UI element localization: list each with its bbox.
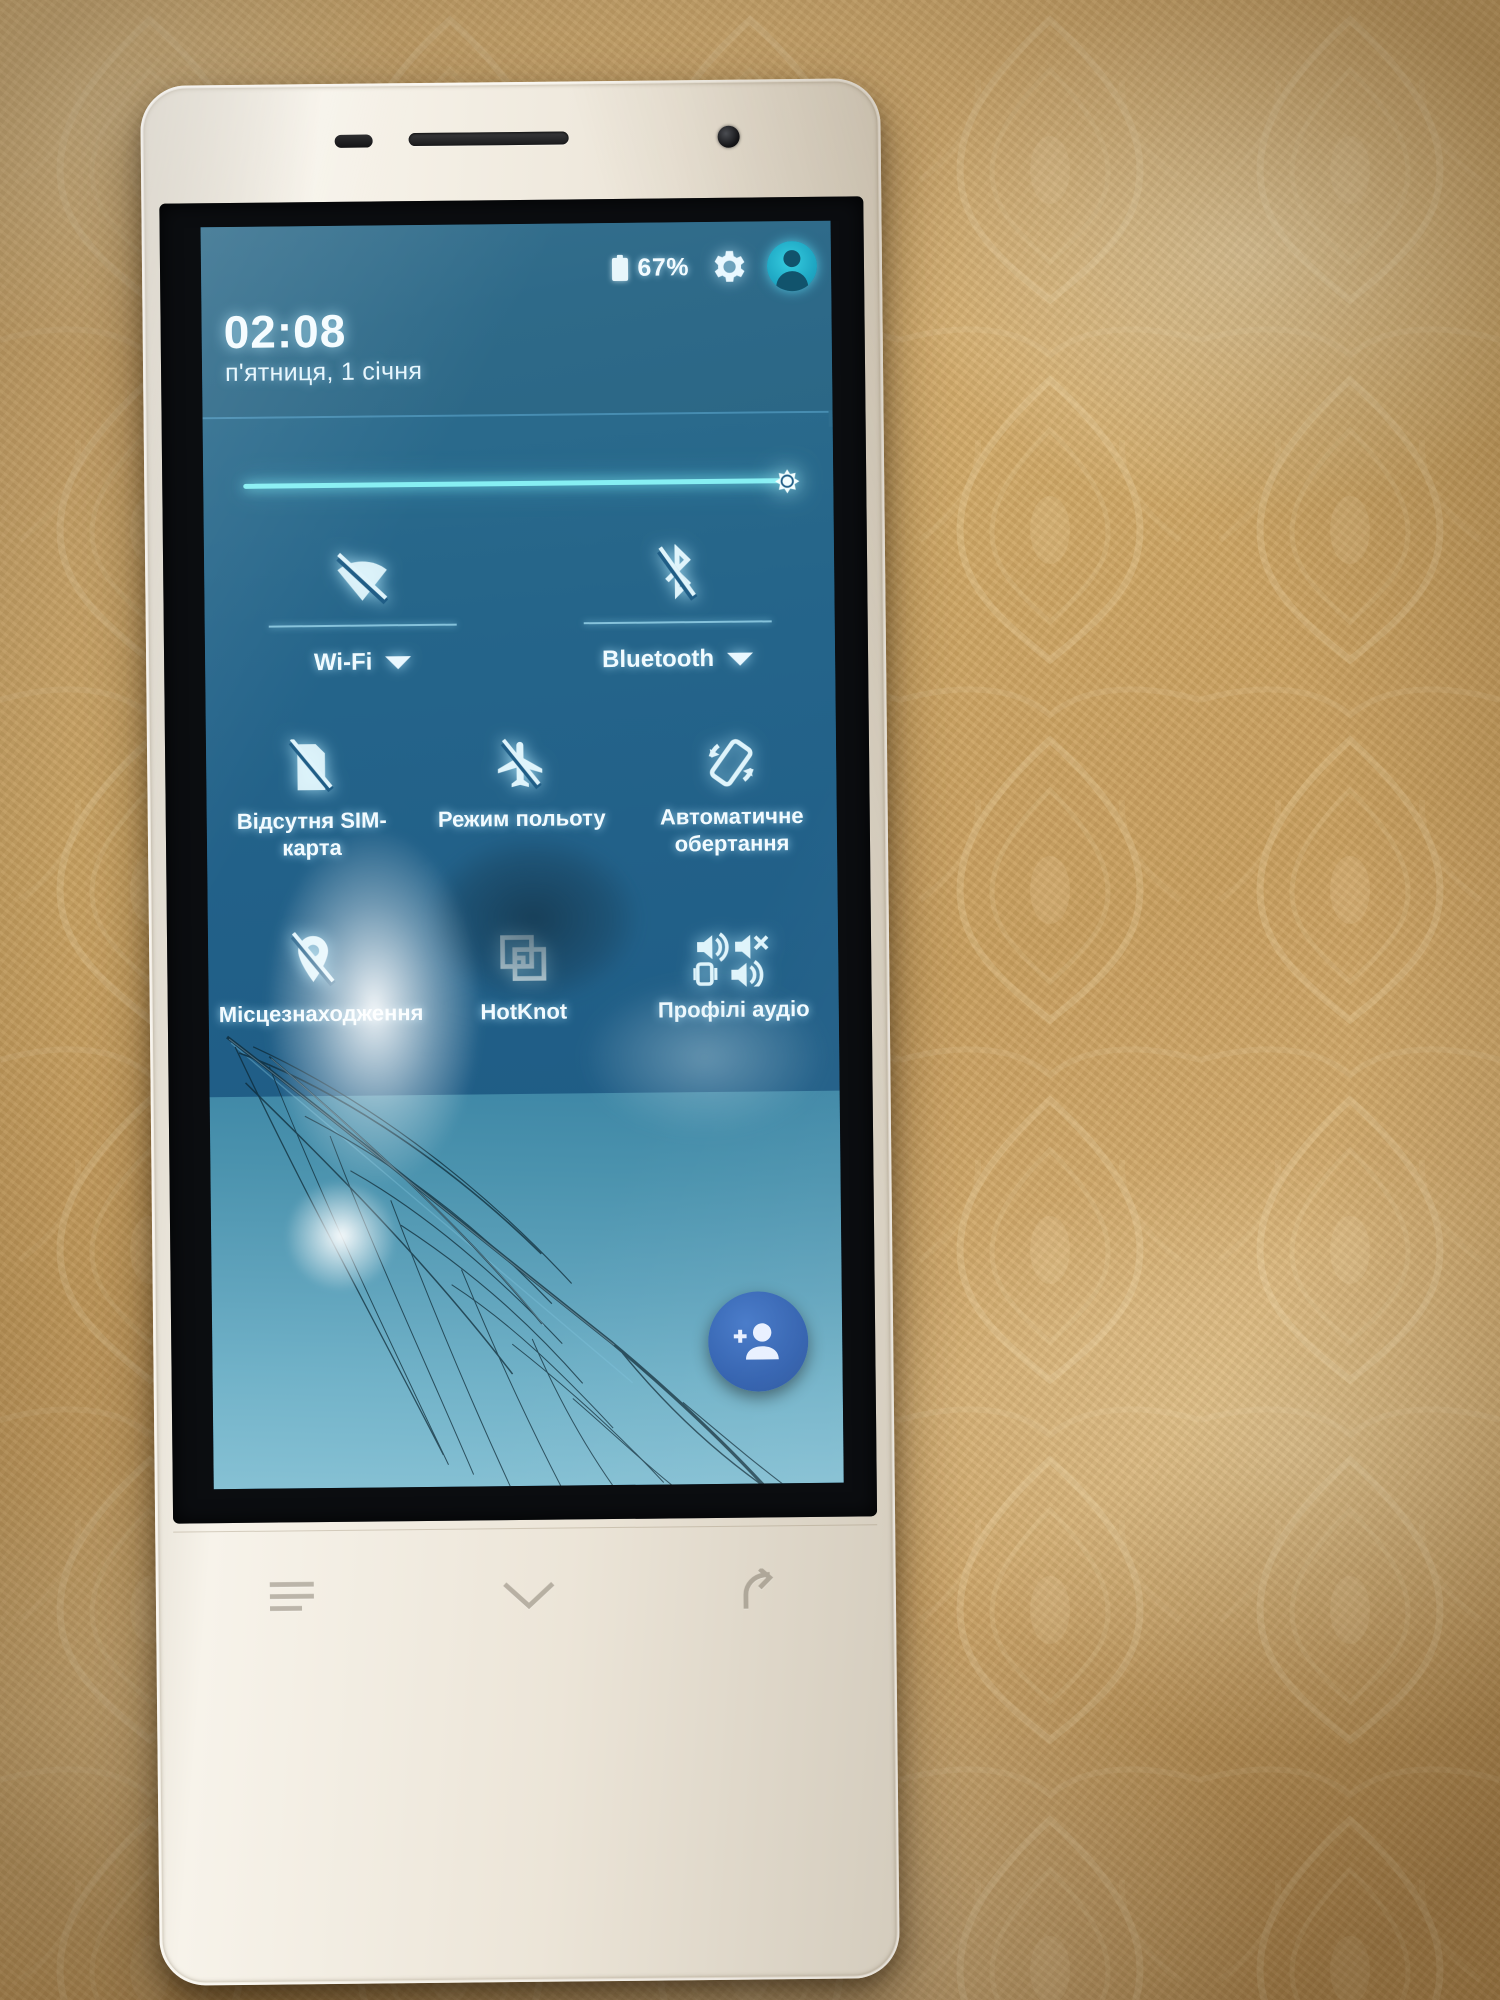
bluetooth-label: Bluetooth [601,644,715,674]
screen-crack [226,1035,800,1490]
brightness-track [243,478,796,489]
sim-card-off-icon [288,726,335,808]
tile-label: Відсутня SIM-карта [236,807,387,861]
auto-rotate-icon [702,721,761,804]
wifi-label-group: Wi-Fi [314,648,412,677]
navigation-bar [173,1530,878,1657]
airplane-mode-icon [493,724,550,807]
bluetooth-tile[interactable]: Bluetooth [519,528,836,706]
chevron-down-icon[interactable] [727,652,754,666]
tile-sim-card[interactable]: Відсутня SIM-карта [206,717,418,912]
smartphone-device: 67% 02:08 п'ятниця, 1 січня Wi-Fi Blueto… [140,78,900,1986]
wifi-divider [268,623,457,628]
earpiece-speaker [408,131,569,147]
wifi-tile[interactable]: Wi-Fi [204,531,521,709]
user-avatar-icon[interactable] [766,240,818,292]
proximity-sensor [334,134,373,148]
bluetooth-off-icon [652,529,701,621]
battery-icon [612,254,629,281]
phone-screen: 67% 02:08 п'ятниця, 1 січня Wi-Fi Blueto… [200,220,844,1490]
home-icon[interactable] [499,1572,559,1617]
wifi-off-icon [328,532,395,625]
bluetooth-divider [583,620,772,625]
brightness-slider[interactable] [243,461,800,507]
tile-label: Режим польоту [437,805,606,832]
brightness-icon[interactable] [765,459,809,503]
quick-settings-header: 67% 02:08 п'ятниця, 1 січня [200,220,833,418]
gear-icon[interactable] [707,246,749,288]
bluetooth-label-group: Bluetooth [601,644,754,675]
tile-auto-rotate[interactable]: Автоматичне обертання [626,713,838,908]
tile-row: Відсутня SIM-карта Режим польоту Автомат… [206,713,838,913]
tile-airplane-mode[interactable]: Режим польоту [416,715,628,910]
screen-bezel: 67% 02:08 п'ятниця, 1 січня Wi-Fi Blueto… [159,196,878,1524]
status-bar: 67% [612,240,818,293]
clock-time: 02:08 [223,304,347,359]
photo-scene: 67% 02:08 п'ятниця, 1 січня Wi-Fi Blueto… [0,0,1500,2000]
back-icon[interactable] [738,1568,788,1615]
wifi-label: Wi-Fi [313,648,373,677]
battery-percent-label: 67% [637,252,690,282]
recents-icon[interactable] [263,1574,319,1619]
chevron-down-icon[interactable] [385,655,412,669]
front-camera-icon [717,125,740,148]
connectivity-row: Wi-Fi Bluetooth [204,528,836,710]
tile-label: Автоматичне обертання [659,803,804,857]
clock-date: п'ятниця, 1 січня [224,356,423,388]
